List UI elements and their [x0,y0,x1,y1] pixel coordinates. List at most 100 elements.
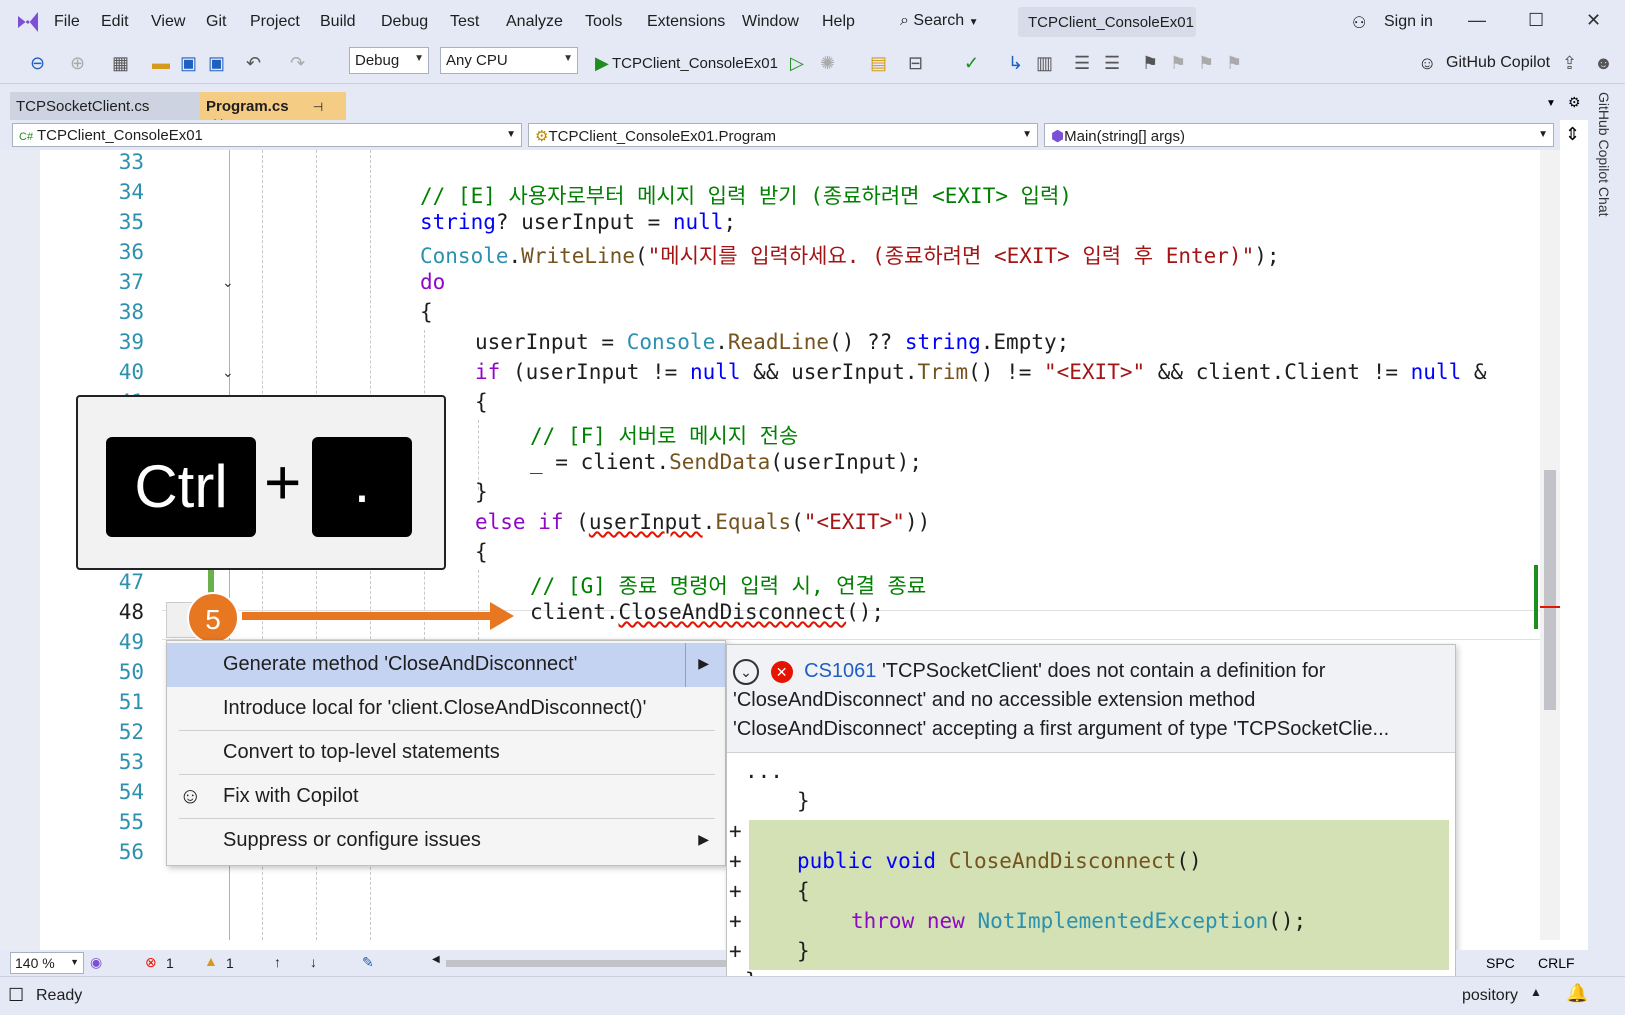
tab-list-dropdown-icon[interactable]: ▼ [1546,98,1556,109]
bookmark-next-icon[interactable]: ⚑ [1198,53,1214,74]
change-marker [1534,565,1538,629]
menu-item-generate-method[interactable]: Generate method 'CloseAndDisconnect' ▶ [167,643,725,687]
tab-tcpsocketclient[interactable]: TCPSocketClient.cs [10,92,200,120]
preview-line: } [797,939,810,963]
back-icon[interactable]: ⊖ [30,53,45,74]
new-item-icon[interactable]: ▦ [112,53,129,74]
platform-select[interactable]: Any CPU ▼ [440,47,578,74]
vertical-scrollbar[interactable] [1534,150,1560,940]
feedback-icon[interactable]: ☻ [1594,53,1613,74]
search-button[interactable]: ⌕ Search ▼ [900,8,996,36]
health-icon[interactable]: ◉ [90,954,102,971]
preview-line: } [797,789,810,813]
bookmark-icon[interactable]: ⚑ [1142,53,1158,74]
notification-bell-icon[interactable]: 🔔 [1566,983,1588,1004]
indent-icon[interactable]: ☰ [1074,53,1090,74]
scrollbar-thumb[interactable] [1544,470,1556,710]
github-copilot-button[interactable]: GitHub Copilot [1446,54,1550,72]
gear-icon[interactable]: ⚙ [1568,94,1581,111]
menu-view[interactable]: View [151,13,185,31]
configuration-select[interactable]: Debug ▼ [349,47,429,74]
error-code-link[interactable]: CS1061 [804,660,876,682]
warning-icon[interactable]: ▲ [204,953,218,969]
error-count-icon[interactable]: ⊗ [145,954,157,971]
start-debugging-icon[interactable]: ▶ [595,53,609,74]
minimize-icon[interactable]: — [1468,10,1486,31]
next-issue-icon[interactable]: ↓ [310,954,317,970]
collapse-chevron-icon[interactable]: ⌄ [222,274,234,291]
code-line: { [420,300,433,324]
glyph-margin [0,150,40,950]
code-line-current: client.CloseAndDisconnect(); [530,600,885,624]
redo-icon[interactable]: ↷ [290,53,305,74]
tab-program[interactable]: Program.cs ⊣ ✕ [200,92,346,133]
submenu-divider [685,643,686,687]
previous-issue-icon[interactable]: ↑ [274,954,281,970]
step-icon[interactable]: ↳ [1008,53,1023,74]
project-dropdown[interactable]: C# TCPClient_ConsoleEx01 ▼ [12,123,522,147]
added-marker: + [729,909,742,933]
submenu-arrow-icon: ▶ [698,831,709,847]
menu-item-introduce-local[interactable]: Introduce local for 'client.CloseAndDisc… [167,687,725,731]
collapse-chevron-icon[interactable]: ⌄ [222,364,234,381]
maximize-icon[interactable]: ☐ [1528,10,1544,31]
undo-icon[interactable]: ↶ [246,53,261,74]
bookmark-clear-icon[interactable]: ⚑ [1226,53,1242,74]
error-count[interactable]: 1 [166,955,174,971]
forward-icon[interactable]: ⊕ [70,53,85,74]
bookmark-prev-icon[interactable]: ⚑ [1170,53,1186,74]
code-cleanup-icon[interactable]: ✎ [362,954,374,971]
output-icon[interactable]: ☐ [8,985,24,1006]
layout-icon[interactable]: ⊟ [908,53,923,74]
sign-in-button[interactable]: Sign in [1384,13,1433,31]
diagnostics-icon[interactable]: ▥ [1036,53,1053,74]
menu-edit[interactable]: Edit [101,13,129,31]
menu-file[interactable]: File [54,13,80,31]
scroll-left-icon[interactable]: ◀ [432,954,440,965]
save-all-icon[interactable]: ▣ [208,53,225,74]
solution-name: TCPClient_ConsoleEx01 [1018,7,1196,37]
spell-check-icon[interactable]: ✓ [964,53,979,74]
menu-analyze[interactable]: Analyze [506,13,563,31]
share-icon[interactable]: ⇪ [1562,53,1577,74]
visual-studio-logo-icon[interactable] [14,8,42,36]
close-window-icon[interactable]: ✕ [1586,10,1601,31]
copilot-chat-side-tab[interactable]: GitHub Copilot Chat [1588,84,1625,994]
menu-build[interactable]: Build [320,13,356,31]
menu-item-fix-with-copilot[interactable]: ☺ Fix with Copilot [167,775,725,819]
menu-debug[interactable]: Debug [381,13,428,31]
plus-sign: + [264,446,302,518]
member-dropdown[interactable]: ⬢Main(string[] args) ▼ [1044,123,1554,147]
type-dropdown[interactable]: ⚙TCPClient_ConsoleEx01.Program ▼ [528,123,1038,147]
expand-chevron-icon[interactable]: ⌄ [733,658,759,685]
start-target-label[interactable]: TCPClient_ConsoleEx01 [612,55,778,72]
solution-explorer-icon[interactable]: ▤ [870,53,887,74]
menu-window[interactable]: Window [742,13,799,31]
menu-extensions[interactable]: Extensions [647,13,725,31]
save-icon[interactable]: ▣ [180,53,197,74]
outdent-icon[interactable]: ☰ [1104,53,1120,74]
warning-count[interactable]: 1 [226,955,234,971]
line-number: 52 [118,720,144,744]
menu-project[interactable]: Project [250,13,300,31]
line-ending-indicator[interactable]: CRLF [1538,955,1575,971]
start-without-debugging-icon[interactable]: ▷ [790,53,804,74]
menu-help[interactable]: Help [822,13,855,31]
pin-icon[interactable]: ⊣ [313,100,323,114]
method-icon: ⬢ [1051,128,1065,145]
hot-reload-icon[interactable]: ✺ [820,53,835,74]
whitespace-indicator[interactable]: SPC [1486,955,1515,971]
open-folder-icon[interactable]: ▬ [152,53,170,74]
chevron-up-icon[interactable]: ▲ [1530,985,1542,999]
menu-item-convert-top-level[interactable]: Convert to top-level statements [167,731,725,775]
search-icon: ⌕ [900,12,909,29]
menu-item-suppress-configure[interactable]: Suppress or configure issues ▶ [167,819,725,863]
menu-git[interactable]: Git [206,13,226,31]
horizontal-scrollbar[interactable] [446,960,726,967]
zoom-select[interactable]: 140 % ▼ [10,952,84,974]
code-line: if (userInput != null && userInput.Trim(… [475,360,1487,384]
add-to-repository-button[interactable]: pository [1462,987,1518,1005]
split-icon[interactable]: ⇕ [1565,124,1580,145]
menu-tools[interactable]: Tools [585,13,622,31]
menu-test[interactable]: Test [450,13,479,31]
